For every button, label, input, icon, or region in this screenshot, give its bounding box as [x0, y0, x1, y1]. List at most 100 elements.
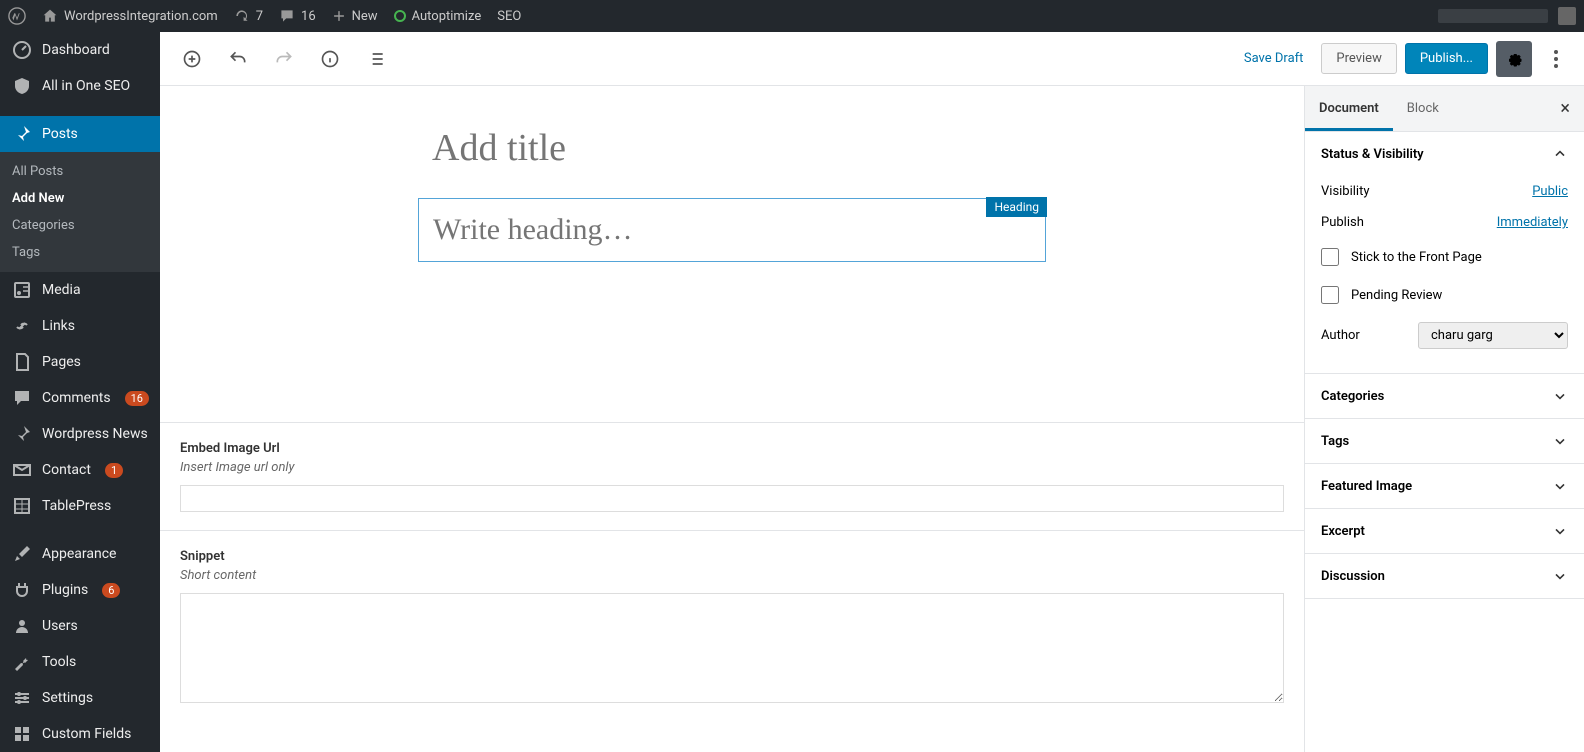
embed-image-section: Embed Image Url Insert Image url only: [160, 422, 1304, 530]
comments-link[interactable]: 16: [279, 8, 316, 24]
publish-label: Publish: [1321, 215, 1364, 230]
settings-toggle-button[interactable]: [1496, 41, 1532, 77]
author-select[interactable]: charu garg: [1418, 322, 1568, 349]
seo-link[interactable]: SEO: [497, 9, 521, 24]
sidebar-item-pages[interactable]: Pages: [0, 344, 160, 380]
admin-sidebar: Dashboard All in One SEO Posts All Posts…: [0, 32, 160, 752]
sidebar-item-posts[interactable]: Posts: [0, 116, 160, 152]
shield-icon: [12, 76, 32, 96]
submenu-add-new[interactable]: Add New: [0, 185, 160, 212]
snippet-desc: Short content: [180, 568, 1284, 583]
status-green-icon: [394, 10, 406, 22]
undo-icon: [228, 49, 248, 69]
sidebar-item-media[interactable]: Media: [0, 272, 160, 308]
panel-header-discussion[interactable]: Discussion: [1305, 554, 1584, 598]
dots-vertical-icon: [1554, 50, 1558, 68]
wp-logo-menu[interactable]: [8, 7, 26, 25]
sidebar-item-dashboard[interactable]: Dashboard: [0, 32, 160, 68]
more-options-button[interactable]: [1540, 41, 1572, 77]
mail-icon: [12, 460, 32, 480]
block-type-label: Heading: [986, 197, 1047, 217]
preview-button[interactable]: Preview: [1321, 43, 1396, 74]
new-content-link[interactable]: New: [332, 9, 378, 24]
plus-circle-icon: [182, 49, 202, 69]
site-name-label: WordpressIntegration.com: [64, 9, 218, 24]
updates-link[interactable]: 7: [234, 8, 263, 24]
tab-document[interactable]: Document: [1305, 87, 1393, 131]
sidebar-item-tablepress[interactable]: TablePress: [0, 488, 160, 524]
sidebar-item-tools[interactable]: Tools: [0, 644, 160, 680]
media-icon: [12, 280, 32, 300]
links-label: Links: [42, 318, 75, 334]
panel-header-status[interactable]: Status & Visibility: [1305, 132, 1584, 176]
publish-button[interactable]: Publish...: [1405, 43, 1488, 74]
sidebar-item-aioseo[interactable]: All in One SEO: [0, 68, 160, 104]
sidebar-item-settings[interactable]: Settings: [0, 680, 160, 716]
publish-value-link[interactable]: Immediately: [1497, 215, 1568, 230]
panel-close-button[interactable]: ×: [1546, 86, 1584, 131]
comment-icon: [12, 388, 32, 408]
dashboard-label: Dashboard: [42, 42, 110, 58]
visibility-value-link[interactable]: Public: [1532, 184, 1568, 199]
admin-bar-account[interactable]: [1438, 7, 1576, 25]
site-name-link[interactable]: WordpressIntegration.com: [42, 8, 218, 24]
embed-url-input[interactable]: [180, 485, 1284, 512]
autoptimize-link[interactable]: Autoptimize: [394, 9, 482, 24]
info-button[interactable]: [318, 47, 342, 71]
comments-count: 16: [301, 9, 316, 24]
tab-block[interactable]: Block: [1393, 87, 1453, 131]
pending-review-checkbox[interactable]: Pending Review: [1321, 276, 1568, 314]
wpnews-label: Wordpress News: [42, 426, 148, 442]
embed-desc: Insert Image url only: [180, 460, 1284, 475]
editor-canvas[interactable]: Heading Embed Image Url Insert Image url…: [160, 86, 1304, 752]
chevron-up-icon: [1552, 146, 1568, 162]
stick-front-input[interactable]: [1321, 248, 1339, 266]
submenu-tags[interactable]: Tags: [0, 239, 160, 266]
comments-badge: 16: [125, 391, 149, 406]
comment-icon: [279, 8, 295, 24]
grid-icon: [12, 724, 32, 744]
sidebar-item-links[interactable]: Links: [0, 308, 160, 344]
gear-icon: [1504, 49, 1524, 69]
panel-header-categories[interactable]: Categories: [1305, 374, 1584, 418]
dashboard-icon: [12, 40, 32, 60]
redo-button[interactable]: [272, 47, 296, 71]
sidebar-item-plugins[interactable]: Plugins 6: [0, 572, 160, 608]
snippet-textarea[interactable]: [180, 593, 1284, 703]
sidebar-item-contact[interactable]: Contact 1: [0, 452, 160, 488]
heading-input[interactable]: [433, 213, 1031, 247]
submenu-all-posts[interactable]: All Posts: [0, 158, 160, 185]
sidebar-item-appearance[interactable]: Appearance: [0, 536, 160, 572]
sidebar-item-users[interactable]: Users: [0, 608, 160, 644]
page-icon: [12, 352, 32, 372]
admin-bar: WordpressIntegration.com 7 16 New Autopt…: [0, 0, 1584, 32]
snippet-section: Snippet Short content: [160, 530, 1304, 725]
sidebar-item-comments[interactable]: Comments 16: [0, 380, 160, 416]
pin-icon: [12, 424, 32, 444]
sidebar-item-custom-fields[interactable]: Custom Fields: [0, 716, 160, 752]
undo-button[interactable]: [226, 47, 250, 71]
brush-icon: [12, 544, 32, 564]
avatar: [1558, 7, 1576, 25]
panel-header-featured-image[interactable]: Featured Image: [1305, 464, 1584, 508]
pages-label: Pages: [42, 354, 81, 370]
heading-block[interactable]: Heading: [418, 198, 1046, 262]
stick-front-checkbox[interactable]: Stick to the Front Page: [1321, 238, 1568, 276]
pending-review-input[interactable]: [1321, 286, 1339, 304]
posts-label: Posts: [42, 126, 78, 142]
updates-count: 7: [256, 9, 263, 24]
tablepress-label: TablePress: [42, 498, 111, 514]
add-block-button[interactable]: [180, 47, 204, 71]
appearance-label: Appearance: [42, 546, 116, 562]
chevron-down-icon: [1552, 478, 1568, 494]
post-title-input[interactable]: [432, 126, 1032, 170]
outline-button[interactable]: [364, 47, 388, 71]
panel-header-excerpt[interactable]: Excerpt: [1305, 509, 1584, 553]
editor-main: Save Draft Preview Publish... Heading Em…: [160, 32, 1584, 752]
save-draft-button[interactable]: Save Draft: [1234, 45, 1314, 72]
author-label: Author: [1321, 328, 1360, 343]
user-icon: [12, 616, 32, 636]
panel-header-tags[interactable]: Tags: [1305, 419, 1584, 463]
submenu-categories[interactable]: Categories: [0, 212, 160, 239]
sidebar-item-wpnews[interactable]: Wordpress News: [0, 416, 160, 452]
